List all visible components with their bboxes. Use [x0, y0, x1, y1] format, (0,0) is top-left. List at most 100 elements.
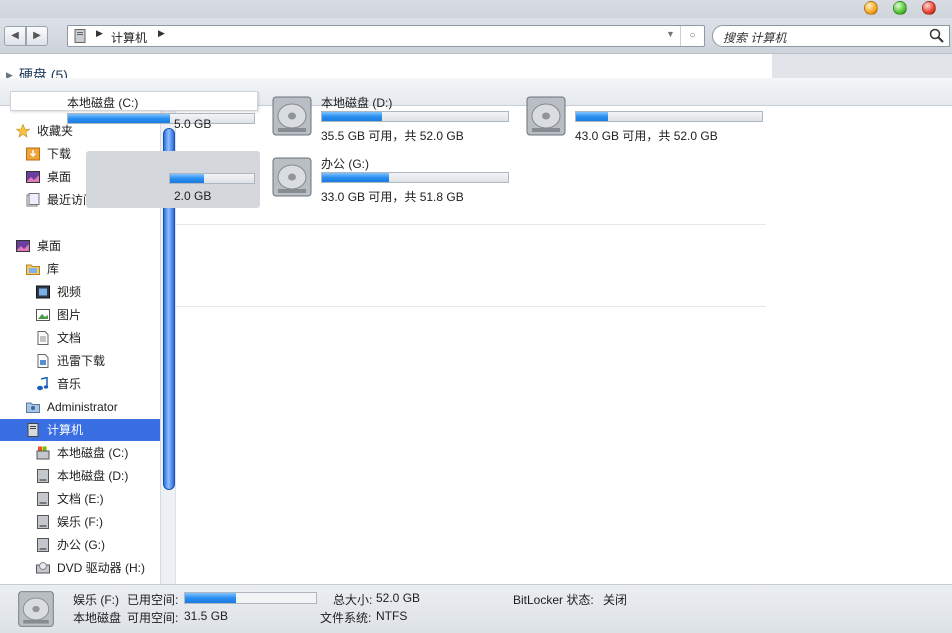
section-divider [176, 224, 766, 225]
sidebar-item-drive-d[interactable]: 本地磁盘 (D:) [0, 465, 160, 487]
status-total-value: 52.0 GB [376, 591, 421, 605]
breadcrumb-arrow-icon[interactable]: ▶ [158, 28, 165, 39]
drive-size: 2.0 GB [174, 189, 212, 203]
address-bar[interactable]: ▶ 计算机 ▶ ▼ ○ [67, 25, 705, 47]
hard-drive-icon [526, 96, 566, 136]
desktop-icon [26, 171, 40, 183]
sidebar-item-label: 文档 (E:) [57, 492, 104, 506]
sidebar-item-label: 视频 [57, 285, 82, 299]
status-free-label: 可用空间: [127, 611, 179, 625]
sidebar-item-libraries[interactable]: 库 [0, 258, 160, 280]
drive-list: 5.0 GB 本地磁盘 (D:) 35.5 GB 可用，共 52.0 GB 43… [67, 96, 952, 584]
sidebar-item-label: 音乐 [57, 377, 82, 391]
refresh-button[interactable]: ○ [680, 26, 704, 46]
sidebar-item-drive-h[interactable]: DVD 驱动器 (H:) [0, 557, 160, 579]
address-row: ◀ ▶ ▶ 计算机 ▶ ▼ ○ 搜索 计算机 [0, 18, 952, 54]
library-folder-icon [26, 264, 40, 275]
drive-size: 35.5 GB 可用，共 52.0 GB [321, 129, 464, 143]
sidebar-item-label: 图片 [57, 308, 82, 322]
drive-usage-fill [322, 173, 389, 182]
document-icon [37, 331, 49, 345]
sidebar-item-drive-f[interactable]: 娱乐 (F:) [0, 511, 160, 533]
sidebar-item-label: 文档 [57, 331, 82, 345]
drive-size: 5.0 GB [174, 117, 212, 131]
document-icon [37, 354, 49, 368]
drive-usage-fill [322, 112, 382, 121]
section-divider [176, 306, 766, 307]
drive-item-d[interactable]: 本地磁盘 (D:) 35.5 GB 可用，共 52.0 GB [270, 94, 510, 144]
breadcrumb-arrow-icon[interactable]: ▶ [96, 28, 103, 39]
search-input[interactable]: 搜索 计算机 [712, 25, 950, 47]
drive-item-e[interactable]: 43.0 GB 可用，共 52.0 GB [524, 94, 764, 144]
sidebar-item-drive-g[interactable]: 办公 (G:) [0, 534, 160, 556]
hard-drive-icon [37, 492, 49, 506]
hard-drive-icon [272, 157, 312, 197]
hard-drive-icon [18, 591, 54, 627]
back-button[interactable]: ◀ [4, 26, 26, 46]
music-icon [37, 377, 49, 391]
drive-size: 33.0 GB 可用，共 51.8 GB [321, 190, 464, 204]
status-used-label: 已用空间: [127, 593, 179, 607]
drive-usage-fill [170, 174, 204, 183]
dvd-drive-icon [36, 562, 50, 574]
hard-drive-icon [37, 469, 49, 483]
drive-name: 本地磁盘 (D:) [321, 96, 393, 110]
status-fs-label: 文件系统: [320, 611, 372, 625]
sidebar-item-label: 桌面 [47, 170, 72, 184]
sidebar-item-computer[interactable]: 计算机 [0, 419, 160, 441]
hard-drive-icon [37, 515, 49, 529]
sidebar-item-label: DVD 驱动器 (H:) [57, 561, 145, 575]
status-free-value: 31.5 GB [184, 609, 229, 623]
minimize-button[interactable] [864, 1, 878, 15]
sidebar-item-pictures[interactable]: 图片 [0, 304, 160, 326]
status-bitlocker-label: BitLocker 状态: [513, 593, 594, 607]
search-icon[interactable] [929, 28, 945, 44]
sidebar-item-drive-c[interactable]: 本地磁盘 (C:) [0, 442, 160, 464]
drive-name: 办公 (G:) [321, 157, 369, 171]
sidebar-item-label: 桌面 [37, 239, 62, 253]
status-bitlocker-value: 关闭 [603, 593, 628, 607]
drive-usage-fill [68, 114, 171, 123]
computer-icon [27, 423, 39, 437]
drive-item-f[interactable]: 2.0 GB [86, 151, 260, 208]
forward-button[interactable]: ▶ [26, 26, 48, 46]
sidebar-item-label: 迅雷下载 [57, 354, 106, 368]
title-bar [0, 0, 952, 18]
sidebar-item-label: Administrator [47, 400, 118, 414]
status-drive-type: 本地磁盘 [73, 611, 122, 625]
sidebar-item-music[interactable]: 音乐 [0, 373, 160, 395]
chevron-down-icon[interactable]: ▼ [666, 29, 675, 39]
hard-drive-icon [272, 96, 312, 136]
drive-usage-bar [321, 111, 509, 122]
sidebar-item-videos[interactable]: 视频 [0, 281, 160, 303]
sidebar-item-label: 本地磁盘 (C:) [57, 446, 129, 460]
status-total-label: 总大小: [333, 593, 373, 607]
sidebar-item-desktop[interactable]: 桌面 [0, 235, 160, 257]
status-usage-bar [184, 592, 317, 604]
system-drive-icon [36, 446, 50, 460]
download-folder-icon [26, 147, 40, 161]
sidebar-item-administrator[interactable]: Administrator [0, 396, 160, 418]
drive-item-g[interactable]: 办公 (G:) 33.0 GB 可用，共 51.8 GB [270, 155, 510, 205]
sidebar-item-label: 本地磁盘 (D:) [57, 469, 129, 483]
sidebar-item-label: 娱乐 (F:) [57, 515, 103, 529]
maximize-button[interactable] [893, 1, 907, 15]
sidebar-item-label: 计算机 [47, 423, 84, 437]
recent-places-icon [26, 193, 40, 207]
sidebar-item-label: 下载 [47, 147, 72, 161]
sidebar-item-documents[interactable]: 文档 [0, 327, 160, 349]
close-button[interactable] [922, 1, 936, 15]
sidebar-item-thunder-downloads[interactable]: 迅雷下载 [0, 350, 160, 372]
drive-usage-bar [575, 111, 763, 122]
status-usage-fill [185, 593, 237, 603]
pictures-icon [36, 309, 50, 321]
sidebar-item-label: 库 [47, 262, 60, 276]
computer-icon [74, 29, 86, 43]
toolbar-strip [772, 54, 952, 78]
desktop-icon [16, 240, 30, 252]
breadcrumb-computer[interactable]: 计算机 [111, 29, 147, 46]
video-icon [36, 285, 50, 299]
tooltip: 本地磁盘 (C:) [10, 91, 258, 111]
sidebar-item-drive-e[interactable]: 文档 (E:) [0, 488, 160, 510]
search-placeholder: 搜索 计算机 [723, 31, 787, 45]
